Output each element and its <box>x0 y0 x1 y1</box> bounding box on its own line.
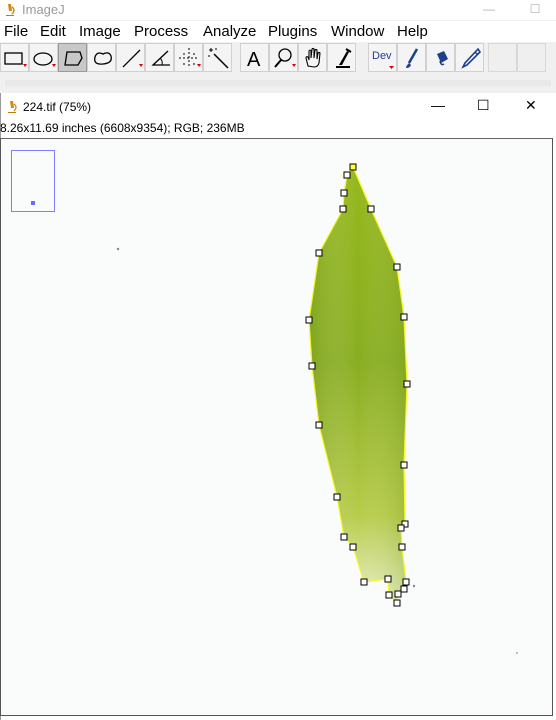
empty-tool-slot <box>517 43 546 72</box>
line-tool-button[interactable] <box>116 43 145 72</box>
leaf-image <box>116 163 518 654</box>
freehand-tool-button[interactable] <box>87 43 116 72</box>
oval-tool-icon <box>33 52 56 67</box>
developer-menu-button[interactable]: Dev <box>368 43 397 72</box>
toolbar-status-area <box>5 80 551 86</box>
selection-vertex-handle[interactable] <box>400 461 408 469</box>
rectangle-tool-button[interactable] <box>0 43 29 72</box>
magnifier-tool-button[interactable] <box>269 43 298 72</box>
point-tool-icon <box>179 48 201 68</box>
selection-vertex-handle[interactable] <box>397 524 405 532</box>
color-picker-tool-button[interactable] <box>327 43 356 72</box>
magnifier-tool-icon <box>274 48 296 68</box>
toolbar: A Dev <box>0 42 556 74</box>
selection-vertex-handle[interactable] <box>360 578 368 586</box>
polygon-tool-button[interactable] <box>58 43 87 72</box>
selection-vertex-handle[interactable] <box>398 543 406 551</box>
hand-tool-button[interactable] <box>298 43 327 72</box>
selection-vertex-handle[interactable] <box>393 263 401 271</box>
chevron-down-icon <box>389 66 394 69</box>
navigator-view-marker <box>31 201 35 205</box>
wand-tool-icon <box>208 48 229 69</box>
pencil-tool-button[interactable] <box>455 43 484 72</box>
selection-vertex-handle[interactable] <box>384 575 392 583</box>
menu-window[interactable]: Window <box>331 23 384 40</box>
image-window-title: 224.tif (75%) <box>23 100 92 114</box>
selection-vertex-handle[interactable] <box>403 380 411 388</box>
text-tool-button[interactable]: A <box>240 43 269 72</box>
brush-tool-button[interactable] <box>397 43 426 72</box>
app-titlebar: ImageJ — ☐ <box>0 0 556 20</box>
menu-edit[interactable]: Edit <box>40 23 66 40</box>
selection-vertex-handle[interactable] <box>393 599 401 607</box>
menu-bar: File Edit Image Process Analyze Plugins … <box>0 21 556 42</box>
flood-fill-tool-button[interactable] <box>426 43 455 72</box>
selection-vertex-handle[interactable] <box>315 249 323 257</box>
selection-vertex-handle[interactable] <box>305 316 313 324</box>
menu-image[interactable]: Image <box>79 23 121 40</box>
brush-tool-icon <box>406 48 419 68</box>
pencil-tool-icon <box>461 47 482 69</box>
color-picker-tool-icon <box>336 48 352 68</box>
selection-vertex-handle[interactable] <box>367 205 375 213</box>
selection-vertex-handle[interactable] <box>400 585 408 593</box>
angle-tool-button[interactable] <box>145 43 174 72</box>
app-title: ImageJ <box>22 2 65 17</box>
image-canvas[interactable] <box>0 138 553 716</box>
point-tool-button[interactable] <box>174 43 203 72</box>
oval-tool-button[interactable] <box>29 43 58 72</box>
selection-vertex-handle[interactable] <box>349 163 357 171</box>
image-window-titlebar[interactable]: 224.tif (75%) — ☐ ✕ <box>1 93 556 121</box>
selection-vertex-handle[interactable] <box>394 590 402 598</box>
freehand-tool-icon <box>94 52 112 65</box>
selection-vertex-handle[interactable] <box>340 189 348 197</box>
selection-vertex-handle[interactable] <box>315 421 323 429</box>
selection-vertex-handle[interactable] <box>339 205 347 213</box>
rectangle-tool-icon <box>4 52 27 67</box>
empty-tool-slot <box>488 43 517 72</box>
close-button[interactable]: ✕ <box>525 97 537 114</box>
menu-file[interactable]: File <box>4 23 28 40</box>
selection-vertex-handle[interactable] <box>402 578 410 586</box>
flood-fill-tool-icon <box>437 51 448 66</box>
microscope-icon <box>8 101 17 113</box>
maximize-button[interactable]: ☐ <box>512 0 556 20</box>
polygon-tool-icon <box>64 51 83 66</box>
navigator-overview[interactable] <box>11 150 55 212</box>
selection-vertex-handle[interactable] <box>400 313 408 321</box>
wand-tool-button[interactable] <box>203 43 232 72</box>
menu-plugins[interactable]: Plugins <box>268 23 317 40</box>
text-tool-icon: A <box>247 49 261 71</box>
selection-vertex-handle[interactable] <box>308 362 316 370</box>
selection-vertex-handle[interactable] <box>343 171 351 179</box>
hand-tool-icon <box>305 47 321 68</box>
svg-text:A: A <box>247 49 261 71</box>
selection-vertex-handle[interactable] <box>349 543 357 551</box>
minimize-button[interactable]: — <box>466 0 512 20</box>
minimize-button[interactable]: — <box>431 97 445 113</box>
selection-vertex-handle[interactable] <box>340 533 348 541</box>
angle-tool-icon <box>151 50 170 66</box>
selection-vertex-handle[interactable] <box>333 493 341 501</box>
menu-help[interactable]: Help <box>397 23 428 40</box>
menu-analyze[interactable]: Analyze <box>203 23 256 40</box>
maximize-button[interactable]: ☐ <box>477 97 490 114</box>
menu-process[interactable]: Process <box>134 23 188 40</box>
line-tool-icon <box>122 49 143 68</box>
image-info: 8.26x11.69 inches (6608x9354); RGB; 236M… <box>0 121 245 135</box>
selection-vertex-handle[interactable] <box>385 591 393 599</box>
microscope-icon <box>6 4 15 16</box>
